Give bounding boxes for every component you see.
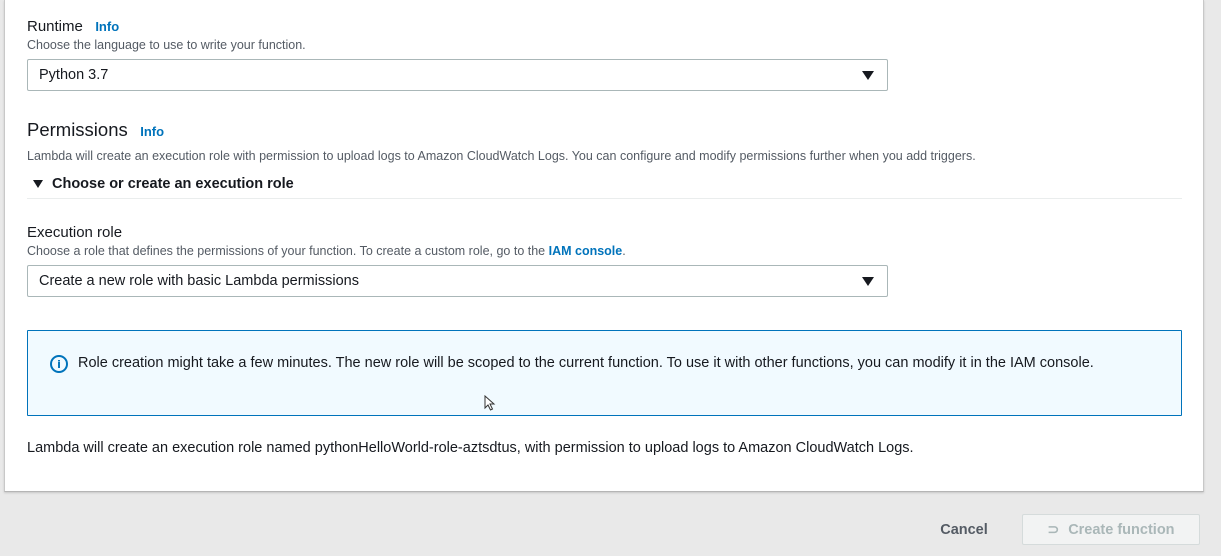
execution-role-label: Execution role: [27, 224, 123, 241]
spinner-icon: ⊃: [1047, 521, 1060, 537]
description-suffix: .: [622, 244, 626, 258]
caret-down-icon: [33, 180, 43, 188]
permissions-info-link[interactable]: Info: [140, 124, 164, 139]
runtime-description: Choose the language to use to write your…: [27, 38, 306, 52]
info-alert: i Role creation might take a few minutes…: [27, 330, 1182, 416]
caret-down-icon: [862, 277, 874, 286]
iam-console-link[interactable]: IAM console: [549, 244, 623, 258]
runtime-select[interactable]: Python 3.7: [27, 59, 888, 91]
create-function-panel: Runtime Info Choose the language to use …: [4, 0, 1204, 492]
runtime-info-link[interactable]: Info: [95, 19, 119, 34]
execution-role-selected-value: Create a new role with basic Lambda perm…: [39, 273, 359, 289]
cancel-button[interactable]: Cancel: [925, 514, 1003, 545]
runtime-selected-value: Python 3.7: [39, 67, 109, 83]
role-note: Lambda will create an execution role nam…: [27, 440, 914, 456]
section-divider: [27, 198, 1182, 199]
create-function-label: Create function: [1068, 521, 1175, 538]
permissions-description: Lambda will create an execution role wit…: [27, 149, 976, 163]
create-function-button[interactable]: ⊃ Create function: [1022, 514, 1200, 545]
permissions-header: Permissions Info: [27, 119, 164, 141]
execution-role-expander[interactable]: Choose or create an execution role: [33, 176, 294, 192]
info-circle-icon: i: [50, 355, 68, 373]
execution-role-description: Choose a role that defines the permissio…: [27, 244, 626, 258]
alert-text: Role creation might take a few minutes. …: [78, 355, 1094, 371]
caret-down-icon: [862, 71, 874, 80]
permissions-heading: Permissions: [27, 119, 128, 140]
execution-role-description-text: Choose a role that defines the permissio…: [27, 244, 546, 258]
runtime-label: Runtime: [27, 18, 83, 35]
mouse-cursor-icon: [484, 395, 496, 411]
execution-role-select[interactable]: Create a new role with basic Lambda perm…: [27, 265, 888, 297]
expander-label: Choose or create an execution role: [52, 176, 294, 192]
runtime-header: Runtime Info: [27, 18, 119, 36]
